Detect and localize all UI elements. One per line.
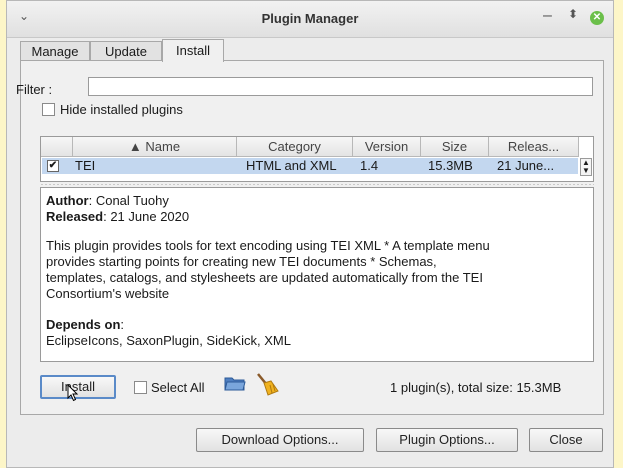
plugin-options-button[interactable]: Plugin Options... bbox=[376, 428, 518, 452]
table-scroll-spinner[interactable]: ▲ ▼ bbox=[580, 158, 592, 176]
description-line: Consortium's website bbox=[46, 286, 170, 301]
column-header-released[interactable]: Releas... bbox=[489, 137, 579, 157]
column-header-select[interactable] bbox=[41, 137, 73, 157]
author-value: : Conal Tuohy bbox=[88, 193, 169, 208]
column-header-name[interactable]: ▲ Name bbox=[73, 137, 237, 157]
download-options-button[interactable]: Download Options... bbox=[196, 428, 364, 452]
maximize-icon[interactable]: ⬍ bbox=[568, 7, 578, 21]
mouse-cursor-icon bbox=[67, 384, 79, 402]
select-all-checkbox[interactable] bbox=[134, 381, 147, 394]
column-header-category[interactable]: Category bbox=[237, 137, 353, 157]
cell-name: TEI bbox=[75, 158, 96, 173]
install-status: 1 plugin(s), total size: 15.3MB bbox=[390, 380, 562, 395]
depends-line: Depends on: bbox=[46, 317, 124, 332]
close-button[interactable]: Close bbox=[529, 428, 603, 452]
cell-category: HTML and XML bbox=[246, 158, 337, 173]
column-header-version[interactable]: Version bbox=[353, 137, 421, 157]
tab-install[interactable]: Install bbox=[162, 39, 224, 62]
splitter-handle[interactable] bbox=[40, 183, 594, 186]
broom-icon[interactable] bbox=[254, 371, 280, 397]
plugin-details: Author: Conal Tuohy Released: 21 June 20… bbox=[40, 187, 594, 362]
hide-installed-label: Hide installed plugins bbox=[60, 102, 183, 117]
cell-size: 15.3MB bbox=[428, 158, 473, 173]
description-line: templates, catalogs, and stylesheets are… bbox=[46, 270, 483, 285]
row-checkbox[interactable]: ✔ bbox=[47, 160, 59, 172]
tab-manage[interactable]: Manage bbox=[20, 41, 90, 61]
description-line: This plugin provides tools for text enco… bbox=[46, 238, 490, 253]
tab-update[interactable]: Update bbox=[90, 41, 162, 61]
cell-released: 21 June... bbox=[497, 158, 555, 173]
depends-colon: : bbox=[120, 317, 125, 332]
filter-input[interactable] bbox=[88, 77, 593, 96]
minimize-icon[interactable]: – bbox=[543, 7, 552, 25]
close-window-icon[interactable]: ✕ bbox=[590, 11, 604, 25]
table-row[interactable]: ✔ TEI HTML and XML 1.4 15.3MB 21 June... bbox=[42, 158, 578, 174]
select-all-label: Select All bbox=[151, 380, 205, 395]
title-bar: ⌄ Plugin Manager – ⬍ ✕ bbox=[7, 1, 613, 38]
filter-label: Filter : bbox=[16, 82, 53, 97]
column-header-size[interactable]: Size bbox=[421, 137, 489, 157]
released-value: : 21 June 2020 bbox=[103, 209, 190, 224]
depends-label: Depends on bbox=[46, 317, 121, 332]
released-label: Released bbox=[46, 209, 104, 224]
depends-value: EclipseIcons, SaxonPlugin, SideKick, XML bbox=[46, 333, 291, 348]
released-line: Released: 21 June 2020 bbox=[46, 209, 189, 224]
folder-icon[interactable] bbox=[224, 375, 246, 391]
plugin-table: ▲ Name Category Version Size Releas... ✔… bbox=[40, 136, 594, 182]
description-line: provides starting points for creating ne… bbox=[46, 254, 437, 269]
author-label: Author bbox=[46, 193, 89, 208]
window-title: Plugin Manager bbox=[261, 11, 359, 26]
cell-version: 1.4 bbox=[360, 158, 379, 173]
hide-installed-checkbox[interactable] bbox=[42, 103, 55, 116]
author-line: Author: Conal Tuohy bbox=[46, 193, 169, 208]
